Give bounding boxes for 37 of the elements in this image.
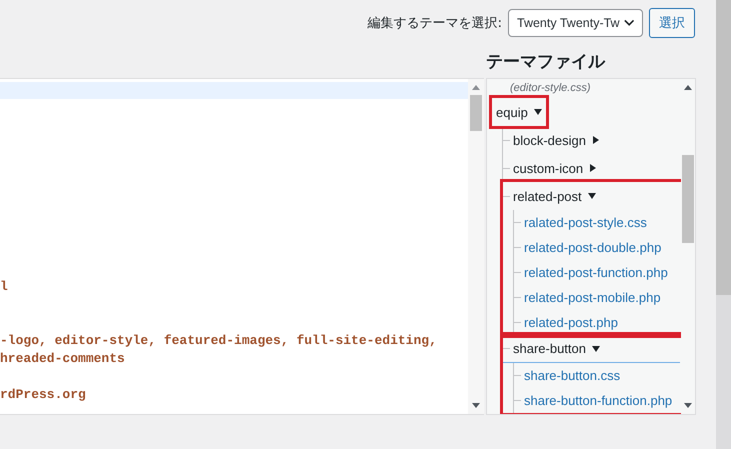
- scroll-down-icon: [684, 403, 692, 408]
- file-link[interactable]: share-button.css: [513, 363, 624, 388]
- code-line: rdPress.org: [0, 386, 87, 404]
- file-link[interactable]: related-post-mobile.php: [513, 285, 665, 310]
- file-link[interactable]: related-post-function.php: [513, 260, 672, 285]
- scroll-up-icon: [684, 85, 692, 90]
- file-link[interactable]: share-button-function.php: [513, 388, 676, 413]
- scrollbar-thumb[interactable]: [470, 95, 482, 131]
- scrollbar-thumb[interactable]: [716, 0, 731, 295]
- file-link[interactable]: ralated-post-style.css: [513, 210, 651, 235]
- theme-files-heading: テーマファイル: [486, 51, 605, 73]
- caret-down-icon: [534, 108, 542, 116]
- folder-item[interactable]: custom-icon: [502, 154, 602, 182]
- caret-down-icon: [592, 344, 600, 352]
- theme-select-label: 編集するテーマを選択:: [368, 14, 502, 32]
- theme-select[interactable]: Twenty Twenty-Tw: [508, 8, 643, 36]
- file-description: (editor-style.css): [509, 81, 592, 96]
- code-line: hreaded-comments: [0, 350, 126, 368]
- code-editor[interactable]: l -logo, editor-style, featured-images, full-site-editing, hreaded-comments rdPress.org: [0, 78, 468, 415]
- scroll-up-icon: [472, 85, 480, 90]
- page-scrollbar[interactable]: [716, 0, 731, 449]
- select-button[interactable]: 選択: [649, 8, 695, 38]
- file-link[interactable]: related-post.php: [513, 310, 622, 335]
- caret-right-icon: [589, 164, 598, 172]
- file-link[interactable]: related-post-double.php: [513, 235, 666, 260]
- scrollbar-thumb[interactable]: [682, 155, 694, 243]
- chevron-down-icon: [624, 18, 634, 26]
- folder-item[interactable]: share-button: [502, 335, 680, 363]
- code-line: -logo, editor-style, featured-images, full-site-editing,: [0, 332, 438, 350]
- scroll-down-icon: [472, 403, 480, 408]
- folder-item[interactable]: related-post: [502, 182, 600, 210]
- code-line: l: [0, 278, 9, 296]
- caret-right-icon: [592, 136, 600, 144]
- folder-item[interactable]: equip: [492, 98, 546, 126]
- caret-down-icon: [588, 192, 596, 200]
- editor-scrollbar[interactable]: [468, 78, 484, 415]
- folder-item[interactable]: block-design: [502, 126, 604, 154]
